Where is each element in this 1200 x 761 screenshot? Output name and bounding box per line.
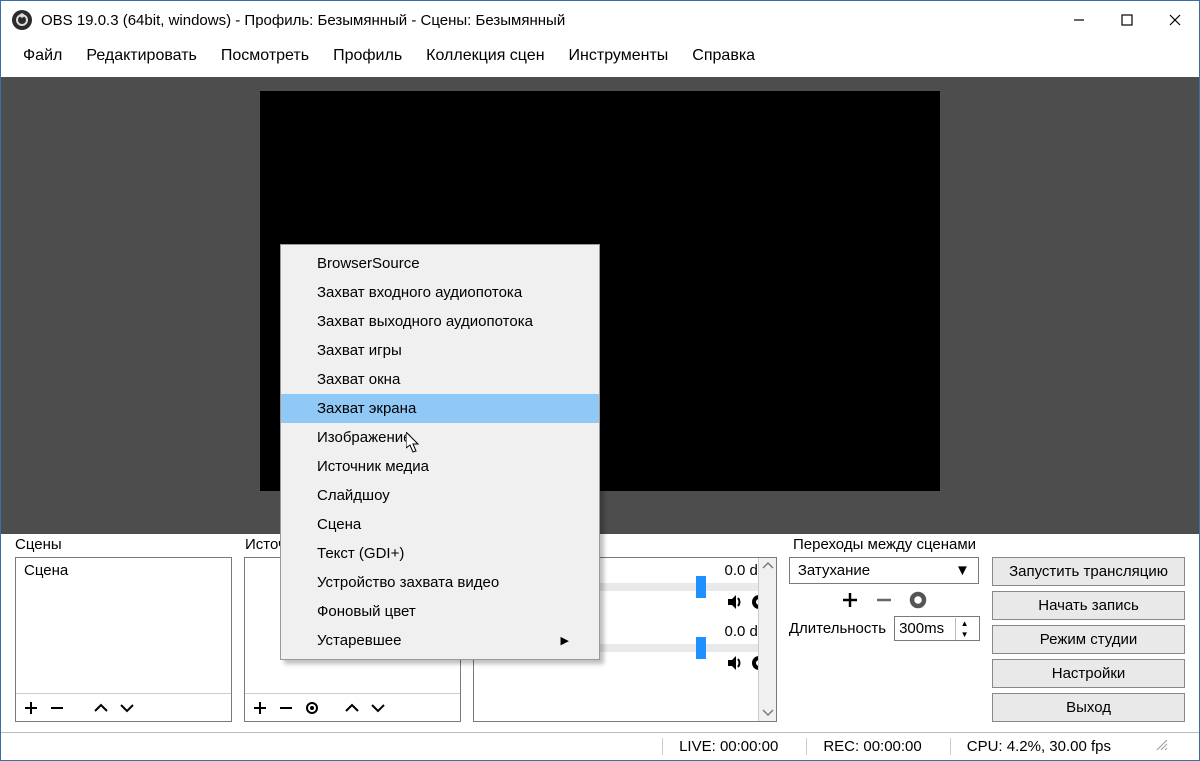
- transitions-panel: Затухание ▼ Длительность ▲ ▼: [789, 557, 980, 722]
- context-menu-item[interactable]: Устаревшее ▶: [281, 626, 599, 655]
- mixer-channel-2-slider[interactable]: [696, 637, 706, 659]
- settings-button[interactable]: Настройки: [992, 659, 1185, 688]
- context-menu-item[interactable]: Изображение: [281, 423, 599, 452]
- context-menu-item-label: Захват игры: [317, 342, 402, 359]
- app-window: OBS 19.0.3 (64bit, windows) - Профиль: Б…: [0, 0, 1200, 761]
- menu-tools[interactable]: Инструменты: [557, 43, 681, 69]
- speaker-icon[interactable]: [726, 593, 744, 611]
- mixer-channel-1-slider[interactable]: [696, 576, 706, 598]
- context-menu-item[interactable]: Захват экрана: [281, 394, 599, 423]
- context-menu-item-label: Захват окна: [317, 371, 400, 388]
- menu-edit[interactable]: Редактировать: [74, 43, 209, 69]
- context-menu-item-label: Устройство захвата видео: [317, 574, 499, 591]
- context-menu-item[interactable]: Фоновый цвет: [281, 597, 599, 626]
- remove-scene-button[interactable]: [48, 699, 66, 717]
- context-menu-item[interactable]: Слайдшоу: [281, 481, 599, 510]
- context-menu-item[interactable]: Захват окна: [281, 365, 599, 394]
- preview-area: [1, 77, 1199, 534]
- move-scene-up-button[interactable]: [92, 699, 110, 717]
- context-menu-item-label: Фоновый цвет: [317, 603, 416, 620]
- status-live: LIVE: 00:00:00: [662, 738, 778, 755]
- remove-transition-button[interactable]: [874, 590, 894, 610]
- sources-toolbar: [245, 693, 460, 721]
- context-menu-item[interactable]: Текст (GDI+): [281, 539, 599, 568]
- menu-help[interactable]: Справка: [680, 43, 767, 69]
- panels-row: Сцена: [1, 557, 1199, 732]
- transition-select-value: Затухание: [798, 562, 870, 579]
- statusbar: LIVE: 00:00:00 REC: 00:00:00 CPU: 4.2%, …: [1, 732, 1199, 760]
- chevron-down-icon: ▼: [955, 562, 970, 579]
- cursor-icon: [406, 432, 422, 458]
- context-menu-item[interactable]: Захват игры: [281, 336, 599, 365]
- transition-buttons: [789, 590, 980, 610]
- transition-duration-label: Длительность: [789, 620, 886, 637]
- context-menu-item[interactable]: Захват входного аудиопотока: [281, 278, 599, 307]
- add-scene-button[interactable]: [22, 699, 40, 717]
- minimize-button[interactable]: [1055, 4, 1103, 36]
- menubar: Файл Редактировать Посмотреть Профиль Ко…: [1, 39, 1199, 77]
- context-menu-item-label: Сцена: [317, 516, 361, 533]
- transition-select[interactable]: Затухание ▼: [789, 557, 979, 584]
- status-rec: REC: 00:00:00: [806, 738, 921, 755]
- add-source-context-menu: BrowserSource Захват входного аудиопотока…: [280, 244, 600, 660]
- context-menu-item-label: Захват входного аудиопотока: [317, 284, 522, 301]
- window-title: OBS 19.0.3 (64bit, windows) - Профиль: Б…: [41, 12, 1055, 29]
- move-source-up-button[interactable]: [343, 699, 361, 717]
- panel-labels: Сцены Источники Переходы между сценами: [1, 534, 1199, 557]
- move-source-down-button[interactable]: [369, 699, 387, 717]
- transition-duration-input[interactable]: [895, 617, 955, 640]
- context-menu-item-label: Текст (GDI+): [317, 545, 404, 562]
- context-menu-item[interactable]: Источник медиа: [281, 452, 599, 481]
- context-menu-item-label: Источник медиа: [317, 458, 429, 475]
- menu-view[interactable]: Посмотреть: [209, 43, 321, 69]
- speaker-icon[interactable]: [726, 654, 744, 672]
- context-menu-item-label: Захват экрана: [317, 400, 416, 417]
- status-cpu: CPU: 4.2%, 30.00 fps: [950, 738, 1111, 755]
- titlebar: OBS 19.0.3 (64bit, windows) - Профиль: Б…: [1, 1, 1199, 39]
- context-menu-item-label: Захват выходного аудиопотока: [317, 313, 533, 330]
- scenes-toolbar: [16, 693, 231, 721]
- scenes-panel: Сцена: [15, 557, 232, 722]
- scenes-list[interactable]: Сцена: [16, 558, 231, 693]
- context-menu-item-label: BrowserSource: [317, 255, 420, 272]
- scenes-label: Сцены: [15, 536, 233, 553]
- context-menu-item[interactable]: Сцена: [281, 510, 599, 539]
- submenu-arrow-icon: ▶: [561, 634, 569, 647]
- menu-file[interactable]: Файл: [11, 43, 74, 69]
- spinner-down-icon[interactable]: ▼: [956, 629, 973, 640]
- scene-item[interactable]: Сцена: [16, 558, 231, 583]
- source-properties-button[interactable]: [303, 699, 321, 717]
- start-streaming-button[interactable]: Запустить трансляцию: [992, 557, 1185, 586]
- maximize-button[interactable]: [1103, 4, 1151, 36]
- move-scene-down-button[interactable]: [118, 699, 136, 717]
- close-button[interactable]: [1151, 4, 1199, 36]
- add-source-button[interactable]: [251, 699, 269, 717]
- transition-properties-button[interactable]: [908, 590, 928, 610]
- remove-source-button[interactable]: [277, 699, 295, 717]
- resize-grip[interactable]: [1139, 738, 1169, 756]
- context-menu-item[interactable]: Захват выходного аудиопотока: [281, 307, 599, 336]
- studio-mode-button[interactable]: Режим студии: [992, 625, 1185, 654]
- context-menu-item[interactable]: Устройство захвата видео: [281, 568, 599, 597]
- context-menu-item-label: Изображение: [317, 429, 412, 446]
- context-menu-item-label: Слайдшоу: [317, 487, 390, 504]
- add-transition-button[interactable]: [840, 590, 860, 610]
- main-buttons: Запустить трансляцию Начать запись Режим…: [992, 557, 1185, 722]
- context-menu-item-label: Устаревшее: [317, 632, 401, 649]
- spinner-up-icon[interactable]: ▲: [956, 618, 973, 629]
- transition-duration-spinner[interactable]: ▲ ▼: [894, 616, 980, 641]
- transition-duration-row: Длительность ▲ ▼: [789, 616, 980, 641]
- exit-button[interactable]: Выход: [992, 693, 1185, 722]
- context-menu-item[interactable]: BrowserSource: [281, 249, 599, 278]
- menu-scene-collection[interactable]: Коллекция сцен: [414, 43, 556, 69]
- transitions-label: Переходы между сценами: [793, 536, 983, 553]
- mixer-scrollbar[interactable]: [758, 558, 776, 721]
- app-icon: [11, 9, 33, 31]
- menu-profile[interactable]: Профиль: [321, 43, 414, 69]
- start-recording-button[interactable]: Начать запись: [992, 591, 1185, 620]
